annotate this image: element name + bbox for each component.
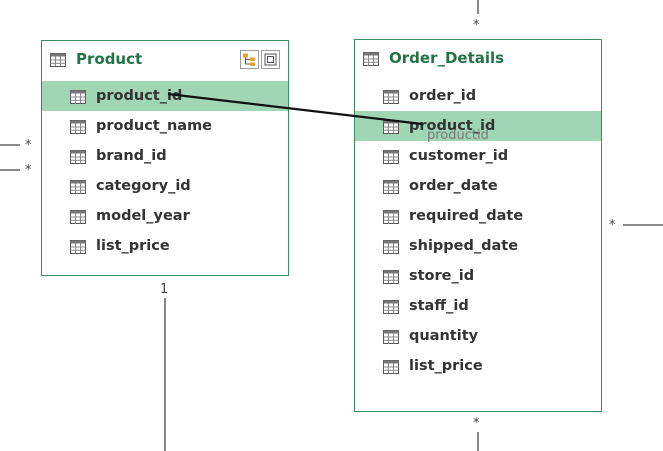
field-row-quantity[interactable]: quantity: [355, 321, 601, 351]
table-title: Product: [76, 50, 143, 68]
field-row-list-price[interactable]: list_price: [355, 351, 601, 381]
column-icon: [383, 299, 399, 314]
field-row-store-id[interactable]: store_id: [355, 261, 601, 291]
table-header-buttons: [240, 50, 280, 69]
field-label: product_name: [96, 118, 213, 134]
field-label: product_id: [96, 88, 183, 104]
column-icon: [383, 269, 399, 284]
field-label: staff_id: [409, 298, 469, 314]
field-row-required-date[interactable]: required_date: [355, 201, 601, 231]
column-icon: [383, 329, 399, 344]
table-title: Order_Details: [389, 49, 505, 67]
field-label: order_date: [409, 178, 498, 194]
table-header[interactable]: Product: [42, 41, 288, 77]
diagram-canvas: * * * * 1 * Product product_id product_n…: [0, 0, 663, 451]
field-label: shipped_date: [409, 238, 519, 254]
field-row-staff-id[interactable]: staff_id: [355, 291, 601, 321]
cardinality-many-bottom: *: [473, 416, 480, 431]
field-label: required_date: [409, 208, 524, 224]
column-icon: [383, 209, 399, 224]
field-list: product_id product_name brand_id categor…: [42, 77, 288, 261]
cardinality-many-right: *: [609, 218, 616, 233]
order-details-table[interactable]: Order_Details order_id product_id custom…: [354, 39, 602, 412]
field-row-order-date[interactable]: order_date: [355, 171, 601, 201]
field-row-brand-id[interactable]: brand_id: [42, 141, 288, 171]
product-table[interactable]: Product product_id product_name brand_id…: [41, 40, 289, 276]
field-row-shipped-date[interactable]: shipped_date: [355, 231, 601, 261]
field-label: list_price: [409, 358, 483, 374]
field-row-list-price[interactable]: list_price: [42, 231, 288, 261]
field-row-product-id[interactable]: product_id: [42, 81, 288, 111]
column-icon: [70, 239, 86, 254]
field-label: brand_id: [96, 148, 167, 164]
field-label: list_price: [96, 238, 170, 254]
cardinality-many-left-1: *: [25, 138, 32, 153]
column-icon: [383, 359, 399, 374]
cardinality-many-left-2: *: [25, 163, 32, 178]
field-label: customer_id: [409, 148, 509, 164]
table-icon: [50, 52, 66, 67]
column-icon: [383, 89, 399, 104]
field-label: order_id: [409, 88, 477, 104]
maximize-table-icon[interactable]: [261, 50, 280, 69]
field-row-product-name[interactable]: product_name: [42, 111, 288, 141]
field-label: model_year: [96, 208, 190, 224]
field-row-model-year[interactable]: model_year: [42, 201, 288, 231]
table-icon: [363, 51, 379, 66]
column-icon: [70, 89, 86, 104]
column-icon: [70, 209, 86, 224]
column-icon: [383, 179, 399, 194]
field-label: store_id: [409, 268, 475, 284]
field-row-order-id[interactable]: order_id: [355, 81, 601, 111]
column-icon: [383, 119, 399, 134]
column-icon: [383, 239, 399, 254]
field-row-customer-id[interactable]: customer_id: [355, 141, 601, 171]
field-row-category-id[interactable]: category_id: [42, 171, 288, 201]
column-icon: [70, 179, 86, 194]
cardinality-many-top: *: [473, 18, 480, 33]
field-label: quantity: [409, 328, 479, 344]
field-label: category_id: [96, 178, 191, 194]
column-icon: [70, 149, 86, 164]
table-header[interactable]: Order_Details: [355, 40, 601, 76]
expand-hierarchy-icon[interactable]: [240, 50, 259, 69]
column-icon: [383, 149, 399, 164]
cardinality-one-bottom: 1: [160, 282, 169, 297]
column-icon: [70, 119, 86, 134]
field-list: order_id product_id customer_id order_da…: [355, 76, 601, 381]
drag-tooltip: productid: [427, 128, 489, 143]
